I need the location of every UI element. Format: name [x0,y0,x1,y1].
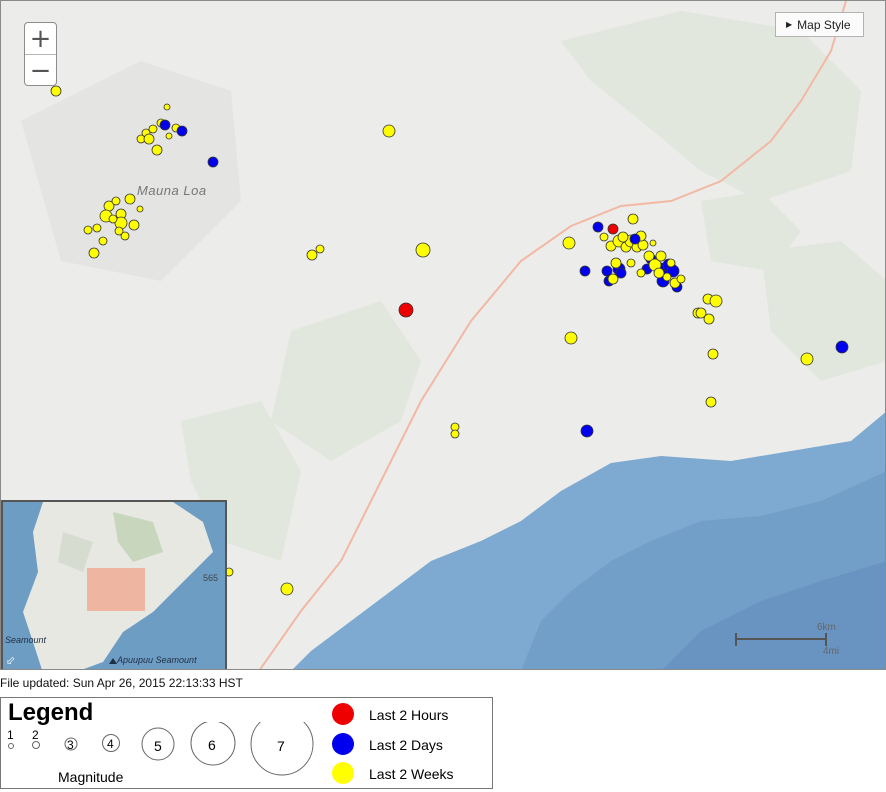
inset-road-number: 565 [203,573,219,583]
quake-marker-last-2-weeks[interactable] [703,313,715,325]
quake-marker-last-2-weeks[interactable] [627,213,639,225]
zoom-control: + − [24,22,57,86]
map-style-label: Map Style [797,17,851,32]
quake-marker-last-2-weeks[interactable] [450,429,460,439]
quake-marker-last-2-days[interactable] [159,119,171,131]
quake-marker-last-2-weeks[interactable] [50,85,62,97]
quake-marker-last-2-weeks[interactable] [415,242,431,258]
scale-bar: 6km 4mi [733,622,853,658]
magnitude-1-label: 1 [7,728,14,742]
quake-marker-last-2-weeks[interactable] [662,272,672,282]
legend-entry-label: Last 2 Weeks [369,766,454,782]
quake-marker-last-2-weeks[interactable] [709,294,723,308]
quake-marker-last-2-weeks[interactable] [653,267,665,279]
inset-seamount-label: Seamount [5,635,47,645]
file-updated-text: File updated: Sun Apr 26, 2015 22:13:33 … [0,676,243,690]
quake-marker-last-2-weeks[interactable] [151,144,163,156]
overview-inset-map[interactable]: Seamount Apuupuu Seamount 565 ⬃ [1,500,227,669]
quake-marker-last-2-hours[interactable] [607,223,619,235]
quake-marker-last-2-weeks[interactable] [800,352,814,366]
quake-marker-last-2-weeks[interactable] [83,225,93,235]
quake-marker-last-2-weeks[interactable] [163,103,171,111]
quake-marker-last-2-weeks[interactable] [626,258,636,268]
magnitude-scale-circles [8,722,314,776]
zoom-out-button[interactable]: − [25,55,56,86]
quake-marker-last-2-weeks[interactable] [636,268,646,278]
magnitude-2-label: 2 [32,728,39,742]
magnitude-5-label: 5 [154,738,162,754]
quake-marker-last-2-weeks[interactable] [128,219,140,231]
quake-marker-last-2-days[interactable] [629,233,641,245]
seamount-marker-icon [109,658,117,664]
quake-marker-last-2-weeks[interactable] [562,236,576,250]
quake-marker-last-2-days[interactable] [835,340,849,354]
quake-marker-last-2-weeks[interactable] [607,273,619,285]
quake-marker-last-2-days[interactable] [579,265,591,277]
legend-entry-last-2-hours: Last 2 Hours [332,703,492,725]
red-dot-icon [332,703,354,725]
legend-entry-label: Last 2 Days [369,737,443,753]
legend-panel: Legend 1 2 3 4 5 6 7 Magnitude Last 2 Ho… [0,697,493,789]
quake-marker-last-2-weeks[interactable] [108,214,118,224]
quake-marker-last-2-weeks[interactable] [88,247,100,259]
zoom-in-button[interactable]: + [25,23,56,55]
scale-mi-label: 4mi [823,646,840,657]
yellow-dot-icon [332,762,354,784]
quake-marker-last-2-weeks[interactable] [617,231,629,243]
quake-marker-last-2-weeks[interactable] [705,396,717,408]
quake-marker-last-2-weeks[interactable] [382,124,396,138]
legend-entry-label: Last 2 Hours [369,707,449,723]
scale-km-label: 6km [817,622,836,633]
magnitude-6-label: 6 [208,737,216,753]
expand-inset-icon[interactable]: ⬃ [6,654,18,667]
magnitude-7-label: 7 [277,738,285,754]
quake-marker-last-2-weeks[interactable] [655,250,667,262]
quake-marker-last-2-weeks[interactable] [280,582,294,596]
quake-marker-last-2-weeks[interactable] [114,226,124,236]
quake-marker-last-2-weeks[interactable] [148,124,158,134]
inset-apuupuu-label: Apuupuu Seamount [117,655,197,665]
quake-marker-last-2-weeks[interactable] [92,223,102,233]
quake-marker-last-2-weeks[interactable] [676,274,686,284]
quake-marker-last-2-weeks[interactable] [666,258,676,268]
quake-marker-last-2-weeks[interactable] [306,249,318,261]
mauna-loa-label: Mauna Loa [137,183,207,198]
triangle-right-icon: ▶ [786,20,793,29]
map-style-button[interactable]: ▶ Map Style [775,12,864,37]
quake-marker-last-2-weeks[interactable] [315,244,325,254]
quake-marker-last-2-weeks[interactable] [124,193,136,205]
quake-marker-last-2-weeks[interactable] [165,132,173,140]
quake-marker-last-2-weeks[interactable] [111,196,121,206]
quake-marker-last-2-weeks[interactable] [98,236,108,246]
quake-marker-last-2-days[interactable] [592,221,604,233]
magnitude-4-label: 4 [107,737,114,751]
inset-viewport-box [87,568,145,611]
quake-marker-last-2-weeks[interactable] [649,239,657,247]
quake-marker-last-2-weeks[interactable] [136,205,144,213]
quake-marker-last-2-weeks[interactable] [707,348,719,360]
legend-entry-last-2-weeks: Last 2 Weeks [332,762,492,784]
earthquake-map[interactable]: + − ▶ Map Style Mauna Loa Seamount Apuup… [0,0,886,670]
quake-marker-last-2-days[interactable] [207,156,219,168]
quake-marker-last-2-weeks[interactable] [599,232,609,242]
legend-entry-last-2-days: Last 2 Days [332,733,492,755]
quake-marker-last-2-weeks[interactable] [143,133,155,145]
blue-dot-icon [332,733,354,755]
quake-marker-last-2-days[interactable] [176,125,188,137]
quake-marker-last-2-hours[interactable] [398,302,414,318]
quake-marker-last-2-weeks[interactable] [610,257,622,269]
magnitude-axis-label: Magnitude [58,769,124,785]
quake-marker-last-2-days[interactable] [580,424,594,438]
quake-marker-last-2-weeks[interactable] [564,331,578,345]
magnitude-3-label: 3 [67,738,74,752]
